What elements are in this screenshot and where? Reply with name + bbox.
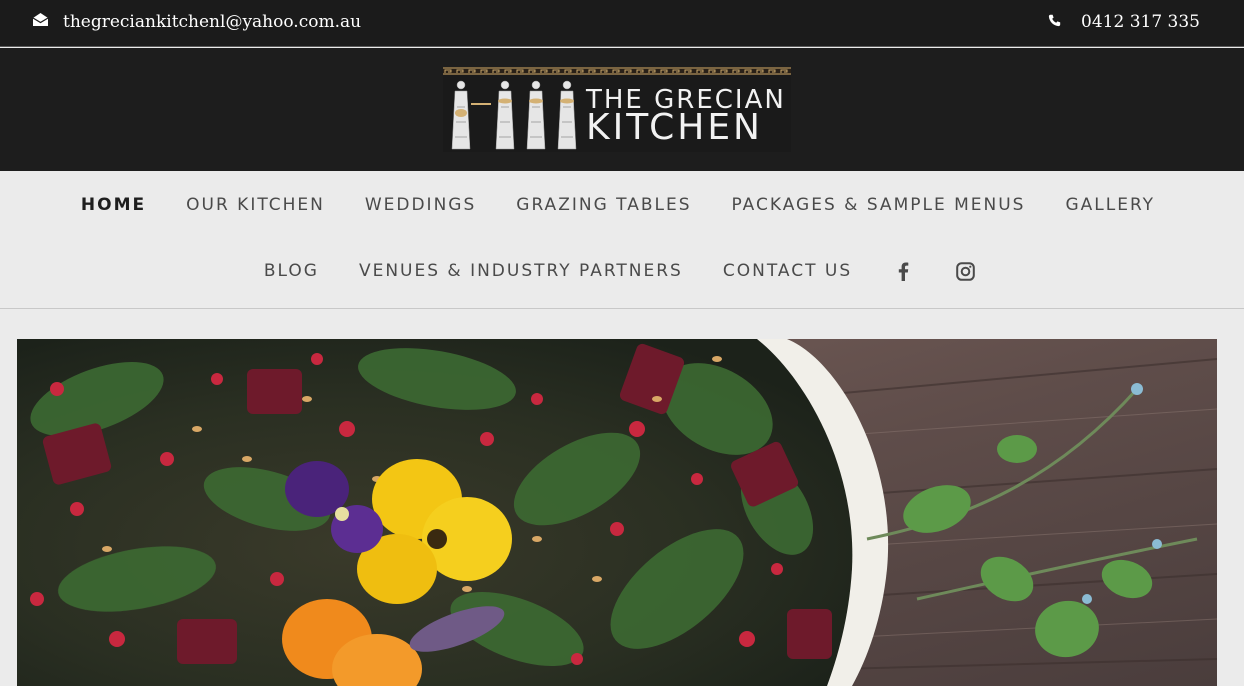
site-header: THE GRECIAN KITCHEN [0,48,1244,171]
nav-item-grazing-tables[interactable]: GRAZING TABLES [516,195,691,215]
greek-key-border [443,67,791,75]
top-contact-bar: thegreciankitchenl@yahoo.com.au 0412 317… [0,0,1244,47]
nav-row-secondary: BLOG VENUES & INDUSTRY PARTNERS CONTACT … [0,259,1244,283]
facebook-icon[interactable] [892,259,914,283]
nav-item-blog[interactable]: BLOG [264,261,319,281]
grecian-figures-logo-mark [451,80,577,150]
nav-item-weddings[interactable]: WEDDINGS [365,195,476,215]
nav-item-our-kitchen[interactable]: OUR KITCHEN [186,195,325,215]
nav-item-home[interactable]: HOME [81,195,146,215]
nav-row-primary: HOME OUR KITCHEN WEDDINGS GRAZING TABLES… [0,193,1244,217]
phone-icon [1048,12,1061,32]
nav-item-packages-sample-menus[interactable]: PACKAGES & SAMPLE MENUS [732,195,1026,215]
nav-item-gallery[interactable]: GALLERY [1065,195,1155,215]
logo-text-kitchen: KITCHEN [586,107,763,148]
phone-link[interactable]: 0412 317 335 [1048,12,1200,32]
email-text: thegreciankitchenl@yahoo.com.au [63,12,362,32]
nav-item-contact-us[interactable]: CONTACT US [723,261,852,281]
envelope-open-icon [32,12,49,32]
email-link[interactable]: thegreciankitchenl@yahoo.com.au [32,12,361,32]
salad-photo [17,339,1217,686]
site-logo[interactable]: THE GRECIAN KITCHEN [443,67,791,152]
hero-image [17,339,1217,686]
phone-text: 0412 317 335 [1081,12,1200,32]
main-navigation: HOME OUR KITCHEN WEDDINGS GRAZING TABLES… [0,171,1244,309]
nav-item-venues-industry-partners[interactable]: VENUES & INDUSTRY PARTNERS [359,261,683,281]
instagram-icon[interactable] [954,259,976,283]
